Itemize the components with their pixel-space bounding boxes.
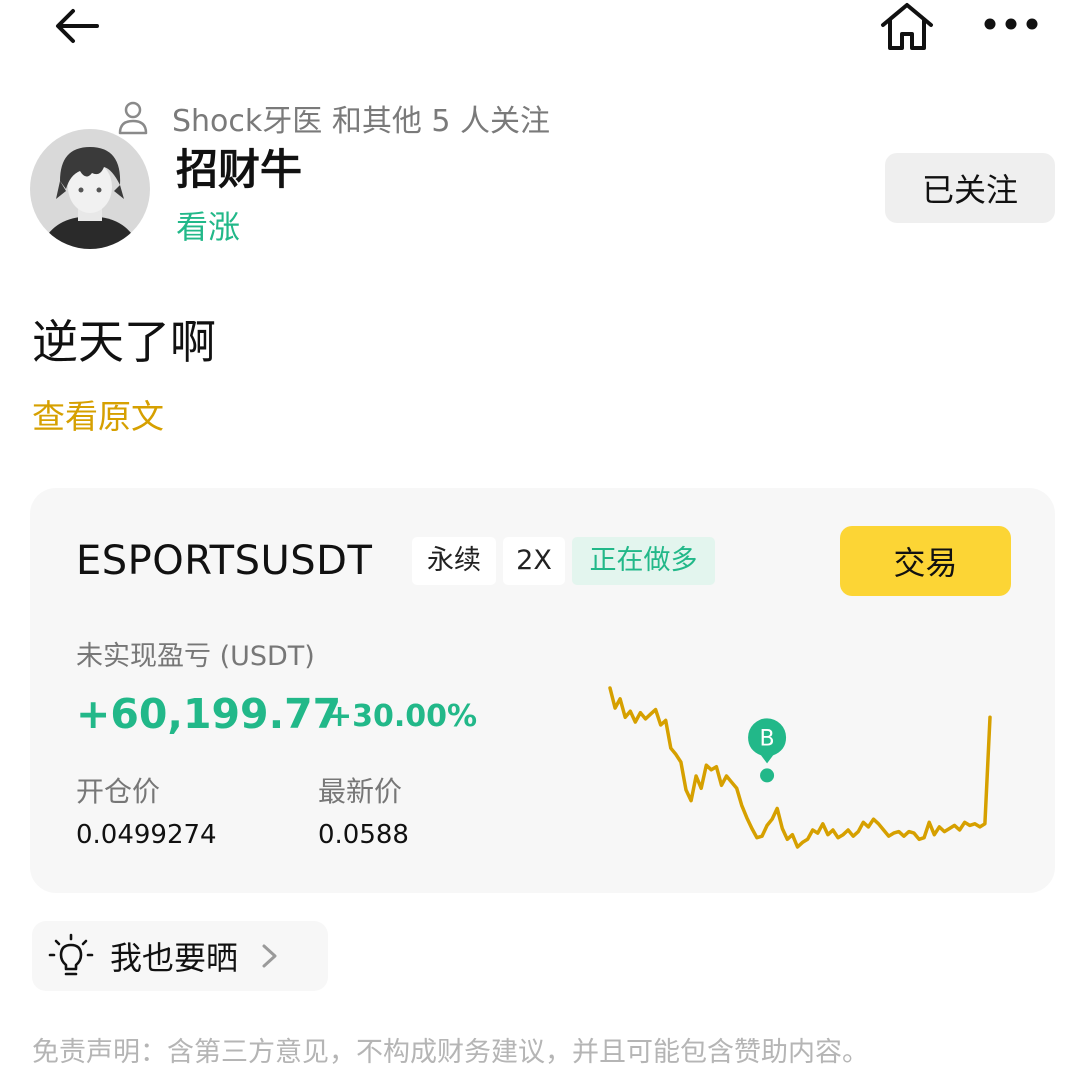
last-price-label: 最新价 — [318, 775, 403, 808]
share-position-label: 我也要晒 — [110, 939, 239, 977]
chevron-right-icon — [262, 944, 277, 968]
unrealized-pnl-value: +60,199.77 — [76, 690, 342, 738]
avatar[interactable] — [30, 129, 150, 249]
unrealized-pnl-label: 未实现盈亏 (USDT) — [76, 641, 315, 672]
buy-marker-dot — [760, 768, 775, 783]
tag-perpetual: 永续 — [412, 537, 496, 585]
buy-marker: B — [748, 718, 787, 783]
avatar-image — [30, 129, 150, 249]
position-symbol: ESPORTSUSDT — [76, 538, 373, 584]
open-price-value: 0.0499274 — [76, 820, 217, 850]
home-button[interactable] — [872, 0, 942, 54]
sentiment-label: 看涨 — [176, 208, 241, 246]
person-icon — [118, 101, 148, 135]
tag-long-position: 正在做多 — [572, 537, 715, 585]
home-icon — [881, 3, 933, 50]
arrow-left-icon — [56, 9, 99, 43]
followers-hint: Shock牙医 和其他 5 人关注 — [116, 96, 550, 140]
price-sparkline: B — [608, 686, 992, 849]
open-price-label: 开仓价 — [76, 775, 161, 808]
unrealized-pnl-percent: +30.00% — [327, 699, 478, 734]
more-icon — [984, 18, 1038, 30]
back-button[interactable] — [40, 0, 112, 50]
disclaimer-text: 免责声明：含第三方意见，不构成财务建议，并且可能包含赞助内容。 — [32, 1037, 869, 1068]
lightbulb-icon — [48, 933, 94, 976]
post-text: 逆天了啊 — [32, 315, 216, 369]
followers-hint-text: Shock牙医 和其他 5 人关注 — [172, 104, 550, 139]
share-position-button[interactable]: 我也要晒 — [32, 921, 328, 991]
view-original-link[interactable]: 查看原文 — [32, 390, 164, 438]
tag-leverage: 2X — [503, 537, 565, 585]
trade-button[interactable]: 交易 — [840, 526, 1011, 596]
buy-marker-label: B — [760, 726, 775, 751]
username[interactable]: 招财牛 — [176, 136, 302, 197]
last-price-value: 0.0588 — [318, 820, 409, 850]
sparkline-series-line — [608, 686, 992, 849]
follow-status-button[interactable]: 已关注 — [885, 153, 1055, 223]
more-options-button[interactable] — [976, 4, 1046, 44]
